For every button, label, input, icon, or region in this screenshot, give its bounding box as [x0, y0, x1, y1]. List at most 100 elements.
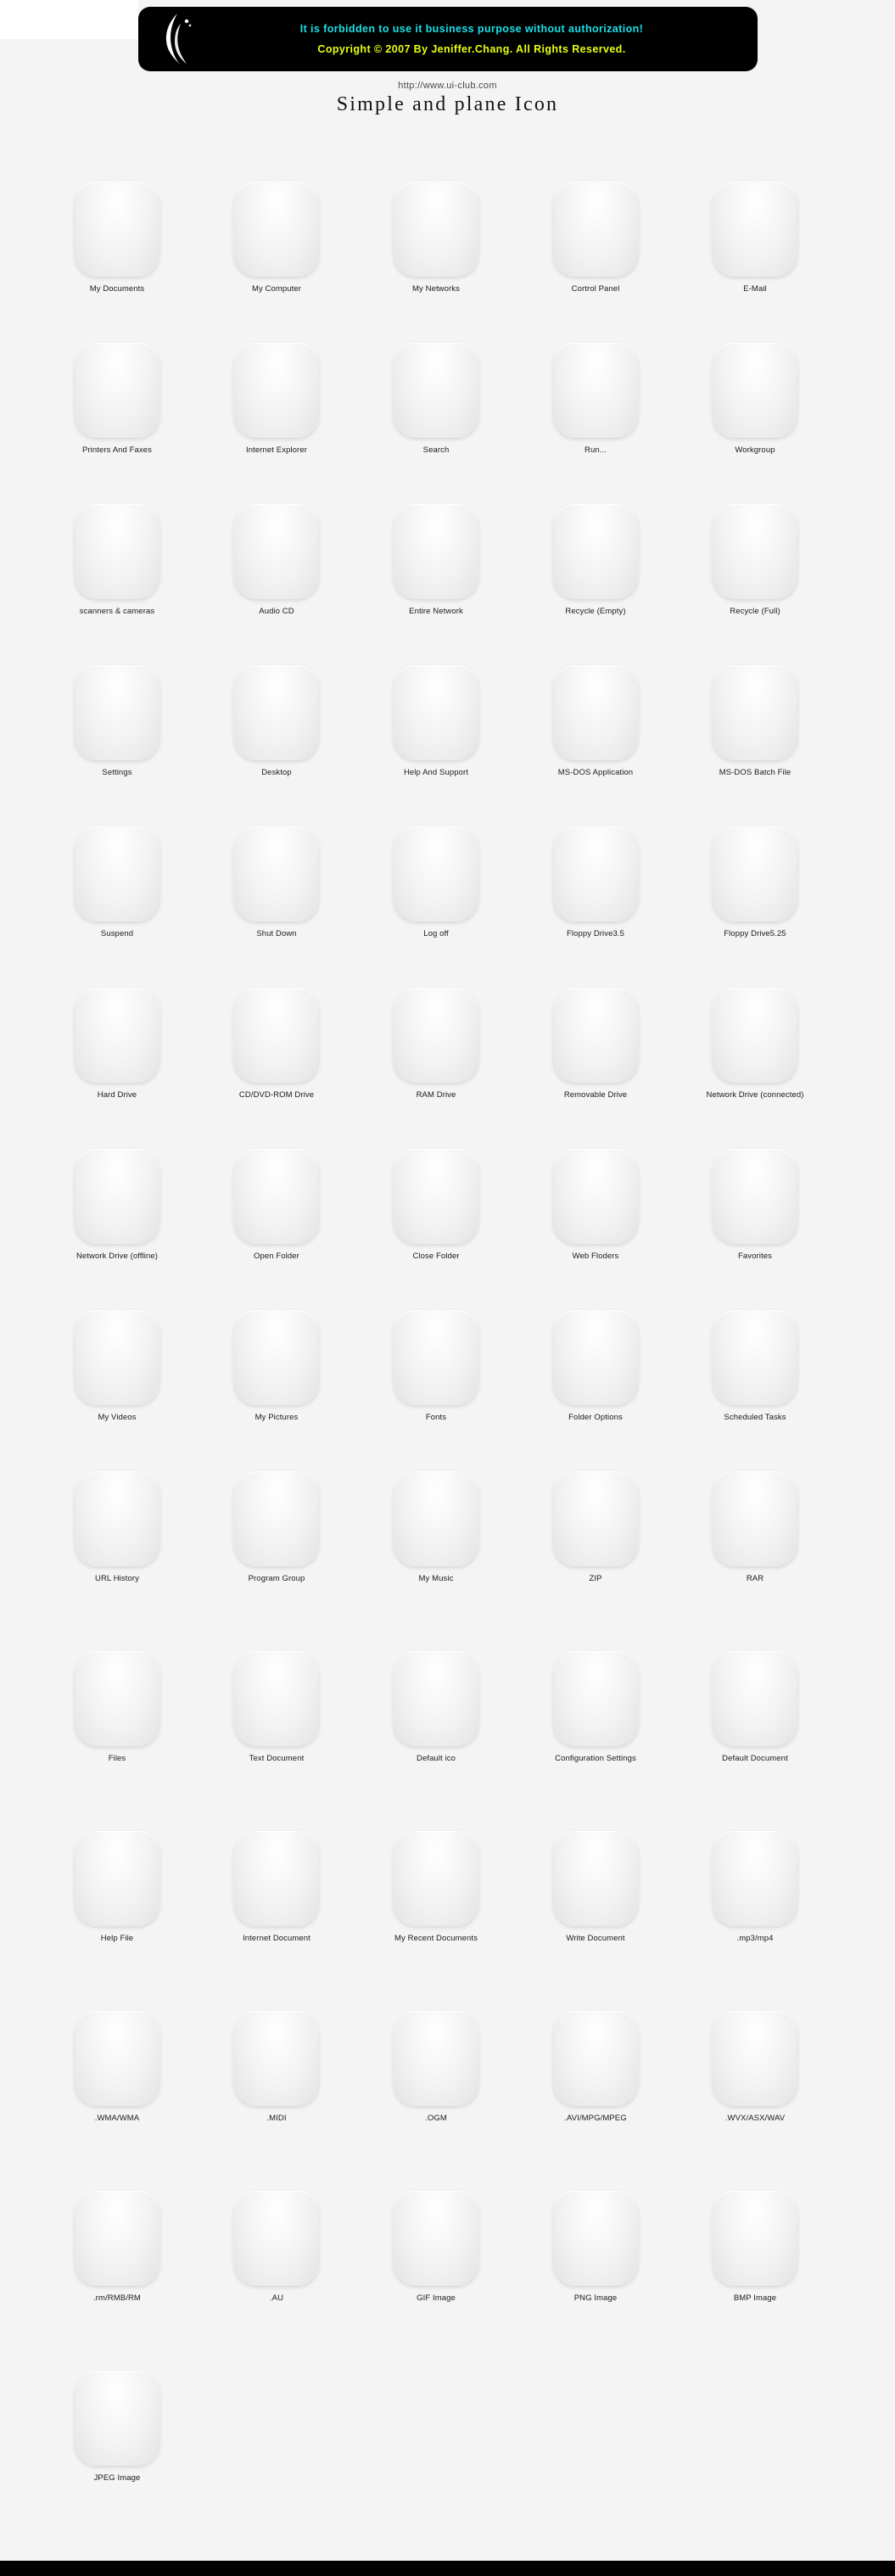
icon-cell[interactable]: Floppy Drive5.25 [675, 780, 835, 941]
log-off-dots-icon[interactable] [394, 826, 478, 921]
icon-cell[interactable]: GIF Image [356, 2125, 516, 2305]
icon-cell[interactable]: Network Drive (connected) [675, 941, 835, 1102]
icon-cell[interactable]: .AVI/MPG/MPEG [516, 1946, 675, 2125]
icon-cell[interactable]: Write Document [516, 1766, 675, 1946]
mp3-mp4-note-icon[interactable] [713, 1831, 797, 1926]
close-folder-icon[interactable] [394, 1149, 478, 1244]
icon-cell[interactable]: BMP Image [675, 2125, 835, 2305]
icon-cell[interactable]: Favorites [675, 1102, 835, 1263]
my-recent-documents-clock-icon[interactable] [394, 1831, 478, 1926]
my-computer-icon[interactable] [234, 182, 319, 277]
ogm-note-icon[interactable] [394, 2011, 478, 2106]
search-magnifier-globe-icon[interactable] [394, 343, 478, 438]
icon-cell[interactable]: Default Document [675, 1586, 835, 1766]
icon-cell[interactable]: Default ico [356, 1586, 516, 1766]
icon-cell[interactable]: Internet Document [197, 1766, 356, 1946]
icon-cell[interactable]: Printers And Faxes [37, 296, 197, 457]
audio-cd-disc-icon[interactable] [234, 504, 319, 599]
icon-cell[interactable]: Files [37, 1586, 197, 1766]
my-videos-play-icon[interactable] [75, 1310, 159, 1405]
icon-cell[interactable]: Scheduled Tasks [675, 1263, 835, 1425]
icon-cell[interactable]: Floppy Drive3.5 [516, 780, 675, 941]
icon-cell[interactable]: E-Mail [675, 135, 835, 296]
recycle-full-icon[interactable] [713, 504, 797, 599]
icon-cell[interactable]: RAR [675, 1425, 835, 1586]
write-document-pen-icon[interactable] [553, 1831, 638, 1926]
icon-cell[interactable]: Hard Drive [37, 941, 197, 1102]
hard-drive-icon[interactable] [75, 988, 159, 1083]
icon-cell[interactable]: My Pictures [197, 1263, 356, 1425]
help-support-cross-icon[interactable] [394, 665, 478, 760]
printer-fax-icon[interactable] [75, 343, 159, 438]
icon-cell[interactable]: Entire Network [356, 457, 516, 619]
midi-note-icon[interactable] [234, 2011, 319, 2106]
icon-cell[interactable]: CD/DVD-ROM Drive [197, 941, 356, 1102]
icon-cell[interactable]: RAM Drive [356, 941, 516, 1102]
internet-explorer-e-icon[interactable] [234, 343, 319, 438]
icon-cell[interactable]: Folder Options [516, 1263, 675, 1425]
icon-cell[interactable]: Help File [37, 1766, 197, 1946]
open-folder-icon[interactable] [234, 1149, 319, 1244]
icon-cell[interactable]: .WVX/ASX/WAV [675, 1946, 835, 2125]
text-document-icon[interactable] [234, 1651, 319, 1746]
gif-image-icon[interactable] [394, 2191, 478, 2286]
entire-network-icon[interactable] [394, 504, 478, 599]
shut-down-x-icon[interactable] [234, 826, 319, 921]
rar-archive-icon[interactable] [713, 1471, 797, 1566]
icon-cell[interactable]: scanners & cameras [37, 457, 197, 619]
ms-dos-application-icon[interactable] [553, 665, 638, 760]
bmp-image-icon[interactable] [713, 2191, 797, 2286]
icon-cell[interactable]: .MIDI [197, 1946, 356, 2125]
default-document-icon[interactable] [713, 1651, 797, 1746]
ram-drive-icon[interactable] [394, 988, 478, 1083]
icon-cell[interactable]: Help And Support [356, 619, 516, 780]
icon-cell[interactable]: Search [356, 296, 516, 457]
icon-cell[interactable]: My Videos [37, 1263, 197, 1425]
icon-cell[interactable]: MS-DOS Batch File [675, 619, 835, 780]
internet-document-globe-icon[interactable] [234, 1831, 319, 1926]
scheduled-tasks-clock-icon[interactable] [713, 1310, 797, 1405]
scanner-camera-lens-icon[interactable] [75, 504, 159, 599]
help-file-cross-icon[interactable] [75, 1831, 159, 1926]
network-drive-offline-icon[interactable] [75, 1149, 159, 1244]
suspend-power-icon[interactable] [75, 826, 159, 921]
my-documents-icon[interactable] [75, 182, 159, 277]
program-group-icon[interactable] [234, 1471, 319, 1566]
email-envelope-icon[interactable] [713, 182, 797, 277]
icon-cell[interactable]: Open Folder [197, 1102, 356, 1263]
icon-cell[interactable]: Removable Drive [516, 941, 675, 1102]
control-panel-icon[interactable] [553, 182, 638, 277]
web-folders-globe-icon[interactable] [553, 1149, 638, 1244]
icon-cell[interactable]: My Networks [356, 135, 516, 296]
icon-cell[interactable]: My Recent Documents [356, 1766, 516, 1946]
my-pictures-icon[interactable] [234, 1310, 319, 1405]
wvx-asx-wav-play-icon[interactable] [713, 2011, 797, 2106]
settings-gear-icon[interactable] [75, 665, 159, 760]
avi-mpg-play-icon[interactable] [553, 2011, 638, 2106]
network-drive-connected-icon[interactable] [713, 988, 797, 1083]
icon-cell[interactable]: Desktop [197, 619, 356, 780]
icon-cell[interactable]: Close Folder [356, 1102, 516, 1263]
au-play-icon[interactable] [234, 2191, 319, 2286]
workgroup-nodes-icon[interactable] [713, 343, 797, 438]
icon-cell[interactable]: F Fonts [356, 1263, 516, 1425]
png-image-icon[interactable] [553, 2191, 638, 2286]
configuration-settings-gear-icon[interactable] [553, 1651, 638, 1746]
icon-cell[interactable]: Run... [516, 296, 675, 457]
floppy-drive-35-icon[interactable] [553, 826, 638, 921]
icon-cell[interactable]: Recycle (Empty) [516, 457, 675, 619]
url-history-refresh-icon[interactable] [75, 1471, 159, 1566]
cd-dvd-rom-drive-icon[interactable] [234, 988, 319, 1083]
icon-cell[interactable]: Workgroup [675, 296, 835, 457]
icon-cell[interactable]: URL History [37, 1425, 197, 1586]
icon-cell[interactable]: PNG Image [516, 2125, 675, 2305]
rm-play-icon[interactable] [75, 2191, 159, 2286]
recycle-empty-icon[interactable] [553, 504, 638, 599]
icon-cell[interactable]: .rm/RMB/RM [37, 2125, 197, 2305]
wma-note-icon[interactable] [75, 2011, 159, 2106]
desktop-monitor-icon[interactable] [234, 665, 319, 760]
jpeg-image-icon[interactable] [75, 2371, 159, 2466]
my-music-note-icon[interactable] [394, 1471, 478, 1566]
icon-cell[interactable]: Cortrol Panel [516, 135, 675, 296]
icon-cell[interactable]: .WMA/WMA [37, 1946, 197, 2125]
